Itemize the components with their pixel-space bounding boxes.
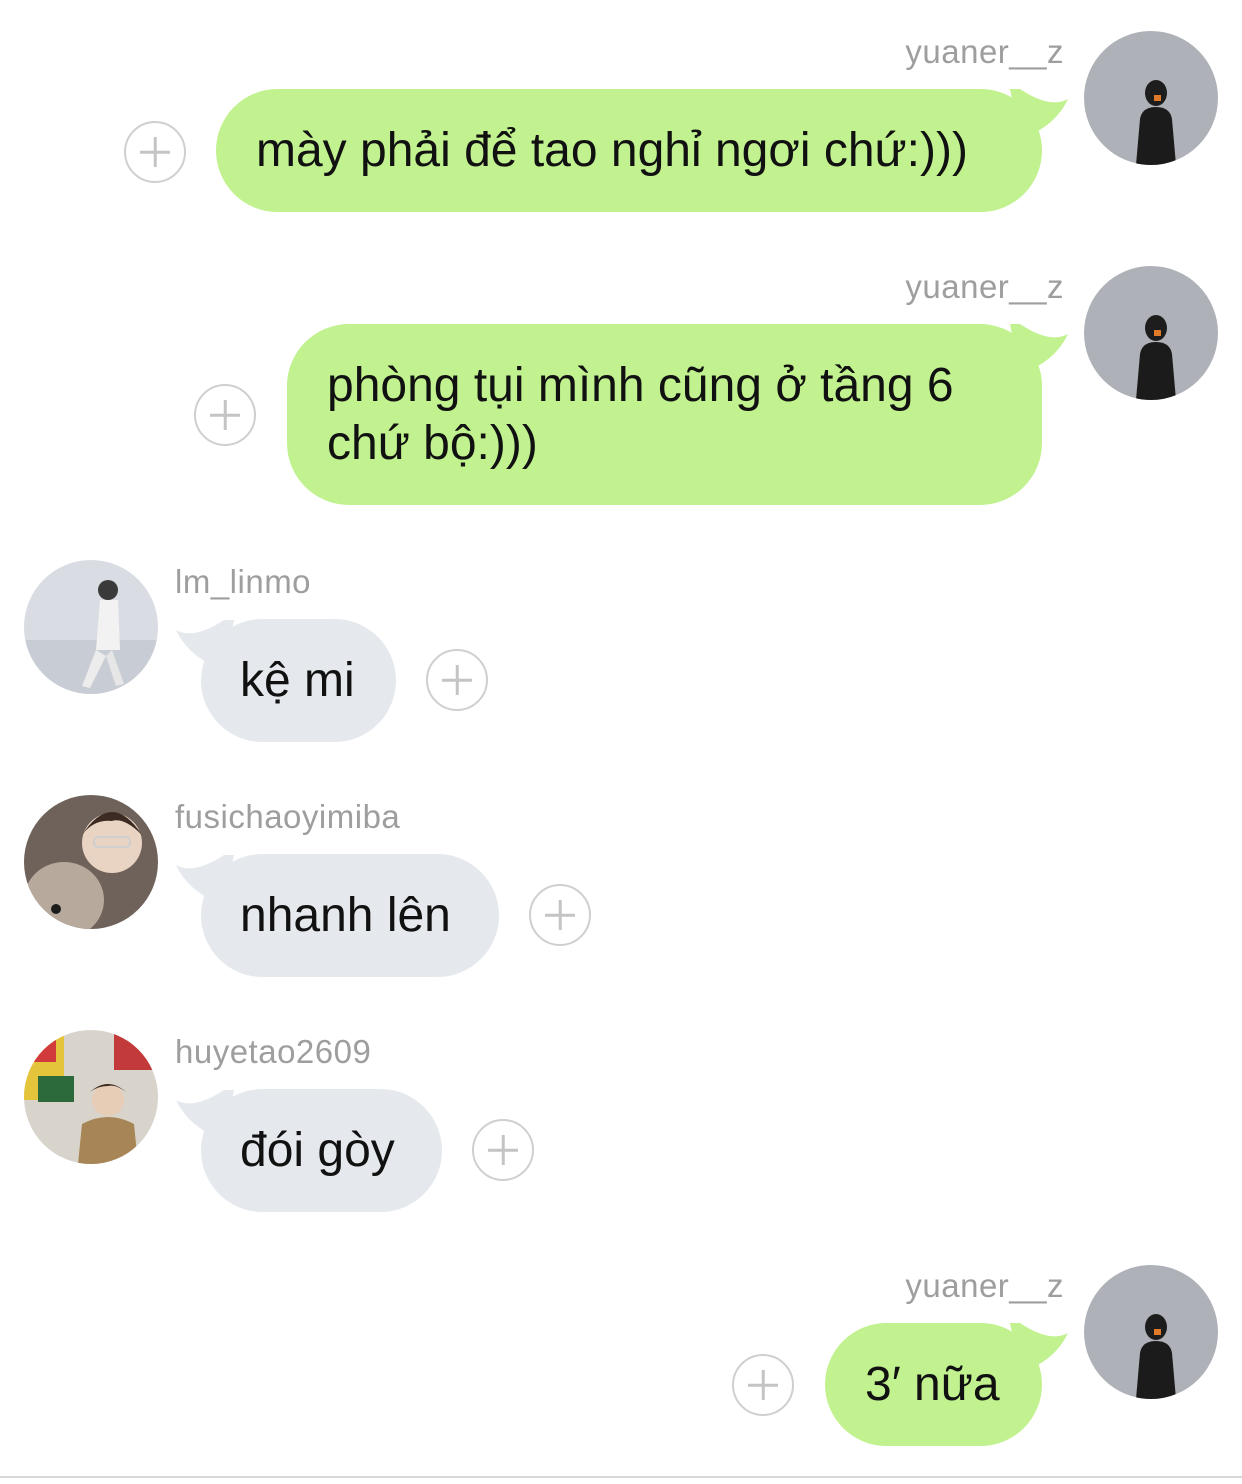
add-reaction-button[interactable] — [426, 649, 488, 711]
bubble-tail — [1010, 324, 1068, 374]
sender-name: fusichaoyimiba — [175, 798, 401, 835]
avatar[interactable] — [1084, 1265, 1218, 1399]
avatar[interactable] — [24, 560, 158, 694]
bubble-tail — [1010, 89, 1068, 139]
message-bubble[interactable]: kệ mi — [201, 619, 396, 742]
message-text: 3′ nữa — [865, 1358, 1000, 1411]
bubble-tail — [1010, 1323, 1068, 1373]
avatar[interactable] — [1084, 266, 1218, 400]
message-bubble[interactable]: nhanh lên — [201, 854, 499, 977]
avatar[interactable] — [24, 1030, 158, 1164]
avatar[interactable] — [24, 795, 158, 929]
message-text: đói gòy — [240, 1124, 395, 1177]
avatar[interactable] — [1084, 31, 1218, 165]
sender-name: yuaner__z — [905, 1267, 1064, 1304]
sender-name: lm_linmo — [175, 563, 312, 600]
add-reaction-button[interactable] — [472, 1119, 534, 1181]
add-reaction-button[interactable] — [732, 1354, 794, 1416]
message-text: mày phải để tao nghỉ ngơi chứ:))) — [256, 124, 968, 177]
message-bubble[interactable]: đói gòy — [201, 1089, 442, 1212]
message-text-line: phòng tụi mình cũng ở tầng 6 — [327, 359, 954, 412]
sender-name: huyetao2609 — [175, 1033, 372, 1070]
bottom-divider — [0, 1476, 1242, 1478]
add-reaction-button[interactable] — [194, 384, 256, 446]
message-text: nhanh lên — [240, 889, 451, 942]
message-bubble[interactable]: mày phải để tao nghỉ ngơi chứ:))) — [216, 89, 1042, 212]
add-reaction-button[interactable] — [529, 884, 591, 946]
message-text-line: chứ bộ:))) — [327, 417, 538, 470]
sender-name: yuaner__z — [905, 33, 1064, 70]
add-reaction-button[interactable] — [124, 121, 186, 183]
message-bubble[interactable]: phòng tụi mình cũng ở tầng 6 chứ bộ:))) — [287, 324, 1042, 505]
sender-name: yuaner__z — [905, 268, 1064, 305]
message-text: kệ mi — [240, 654, 355, 707]
